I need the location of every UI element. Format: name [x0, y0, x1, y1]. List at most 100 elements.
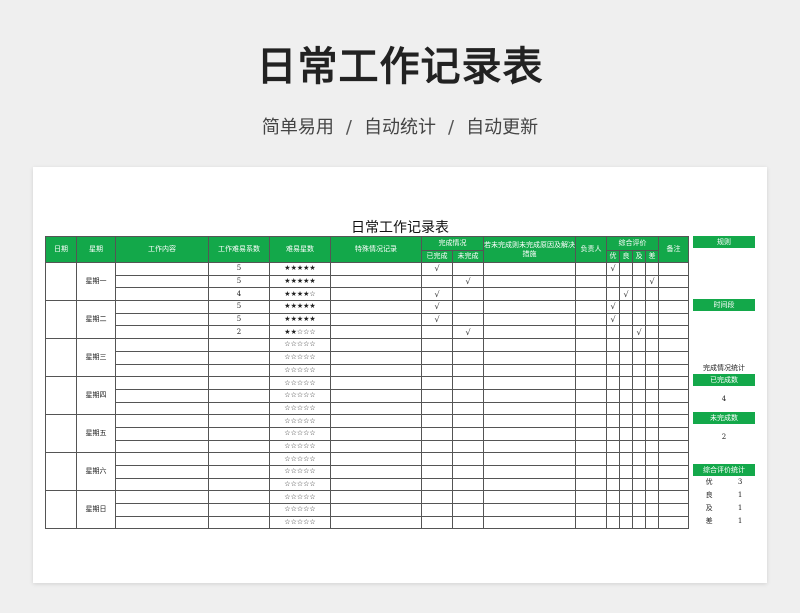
rating-excellent-cell[interactable]	[606, 477, 620, 492]
undone-cell[interactable]	[452, 262, 484, 276]
reason-cell[interactable]	[483, 338, 576, 352]
date-cell[interactable]	[45, 300, 77, 340]
reason-cell[interactable]	[483, 426, 576, 441]
undone-cell[interactable]	[452, 490, 484, 505]
rating-pass-cell[interactable]	[632, 515, 646, 530]
stars-cell[interactable]: ☆☆☆☆☆	[269, 490, 331, 505]
coefficient-cell[interactable]: 4	[208, 287, 270, 302]
coefficient-cell[interactable]	[208, 426, 270, 441]
owner-cell[interactable]	[575, 401, 607, 416]
undone-cell[interactable]	[452, 477, 484, 492]
content-cell[interactable]	[115, 490, 209, 505]
rating-poor-cell[interactable]	[645, 439, 659, 454]
content-cell[interactable]	[115, 426, 209, 441]
done-cell[interactable]	[421, 477, 453, 492]
rating-good-cell[interactable]	[619, 401, 633, 416]
note-cell[interactable]	[658, 363, 689, 378]
rating-good-cell[interactable]	[619, 490, 633, 505]
weekday-cell[interactable]: 星期三	[76, 338, 116, 378]
content-cell[interactable]	[115, 452, 209, 466]
undone-cell[interactable]	[452, 465, 484, 479]
reason-cell[interactable]	[483, 477, 576, 492]
coefficient-cell[interactable]: 5	[208, 274, 270, 289]
rating-pass-cell[interactable]	[632, 287, 646, 302]
done-cell[interactable]	[421, 401, 453, 416]
coefficient-cell[interactable]	[208, 388, 270, 403]
coefficient-cell[interactable]: 5	[208, 300, 270, 314]
coefficient-cell[interactable]	[208, 452, 270, 466]
undone-cell[interactable]: √	[452, 325, 484, 340]
note-cell[interactable]	[658, 401, 689, 416]
rating-poor-cell[interactable]	[645, 325, 659, 340]
rating-poor-cell[interactable]	[645, 300, 659, 314]
owner-cell[interactable]	[575, 338, 607, 352]
coefficient-cell[interactable]: 5	[208, 262, 270, 276]
rating-excellent-cell[interactable]	[606, 376, 620, 390]
rating-excellent-cell[interactable]	[606, 401, 620, 416]
done-cell[interactable]	[421, 388, 453, 403]
owner-cell[interactable]	[575, 363, 607, 378]
rating-poor-cell[interactable]	[645, 312, 659, 327]
rating-excellent-cell[interactable]	[606, 515, 620, 530]
rating-good-cell[interactable]	[619, 452, 633, 466]
content-cell[interactable]	[115, 388, 209, 403]
note-cell[interactable]	[658, 287, 689, 302]
done-cell[interactable]	[421, 515, 453, 530]
weekday-cell[interactable]: 星期二	[76, 300, 116, 340]
rating-pass-cell[interactable]	[632, 300, 646, 314]
content-cell[interactable]	[115, 477, 209, 492]
special-cell[interactable]	[330, 287, 422, 302]
rating-excellent-cell[interactable]	[606, 325, 620, 340]
note-cell[interactable]	[658, 338, 689, 352]
note-cell[interactable]	[658, 376, 689, 390]
done-cell[interactable]	[421, 363, 453, 378]
coefficient-cell[interactable]	[208, 350, 270, 365]
rating-poor-cell[interactable]	[645, 515, 659, 530]
rating-good-cell[interactable]	[619, 325, 633, 340]
done-cell[interactable]: √	[421, 300, 453, 314]
note-cell[interactable]	[658, 300, 689, 314]
stars-cell[interactable]: ☆☆☆☆☆	[269, 426, 331, 441]
stars-cell[interactable]: ☆☆☆☆☆	[269, 401, 331, 416]
undone-cell[interactable]: √	[452, 274, 484, 289]
rating-poor-cell[interactable]	[645, 465, 659, 479]
note-cell[interactable]	[658, 515, 689, 530]
content-cell[interactable]	[115, 363, 209, 378]
stars-cell[interactable]: ☆☆☆☆☆	[269, 452, 331, 466]
content-cell[interactable]	[115, 401, 209, 416]
coefficient-cell[interactable]	[208, 439, 270, 454]
coefficient-cell[interactable]	[208, 376, 270, 390]
content-cell[interactable]	[115, 414, 209, 428]
note-cell[interactable]	[658, 465, 689, 479]
coefficient-cell[interactable]	[208, 477, 270, 492]
rating-poor-cell[interactable]	[645, 287, 659, 302]
special-cell[interactable]	[330, 300, 422, 314]
rating-good-cell[interactable]	[619, 262, 633, 276]
rating-pass-cell[interactable]	[632, 452, 646, 466]
done-cell[interactable]	[421, 490, 453, 505]
coefficient-cell[interactable]	[208, 414, 270, 428]
done-cell[interactable]	[421, 274, 453, 289]
owner-cell[interactable]	[575, 300, 607, 314]
owner-cell[interactable]	[575, 439, 607, 454]
done-cell[interactable]	[421, 338, 453, 352]
reason-cell[interactable]	[483, 401, 576, 416]
done-cell[interactable]	[421, 452, 453, 466]
date-cell[interactable]	[45, 261, 77, 302]
special-cell[interactable]	[330, 350, 422, 365]
rating-poor-cell[interactable]	[645, 363, 659, 378]
special-cell[interactable]	[330, 325, 422, 340]
content-cell[interactable]	[115, 503, 209, 517]
undone-cell[interactable]	[452, 376, 484, 390]
rating-pass-cell[interactable]	[632, 274, 646, 289]
undone-cell[interactable]	[452, 426, 484, 441]
special-cell[interactable]	[330, 376, 422, 390]
note-cell[interactable]	[658, 439, 689, 454]
rating-good-cell[interactable]: √	[619, 287, 633, 302]
stars-cell[interactable]: ☆☆☆☆☆	[269, 515, 331, 530]
undone-cell[interactable]	[452, 338, 484, 352]
rating-pass-cell[interactable]	[632, 490, 646, 505]
rating-excellent-cell[interactable]	[606, 287, 620, 302]
reason-cell[interactable]	[483, 452, 576, 466]
rating-pass-cell[interactable]	[632, 414, 646, 428]
